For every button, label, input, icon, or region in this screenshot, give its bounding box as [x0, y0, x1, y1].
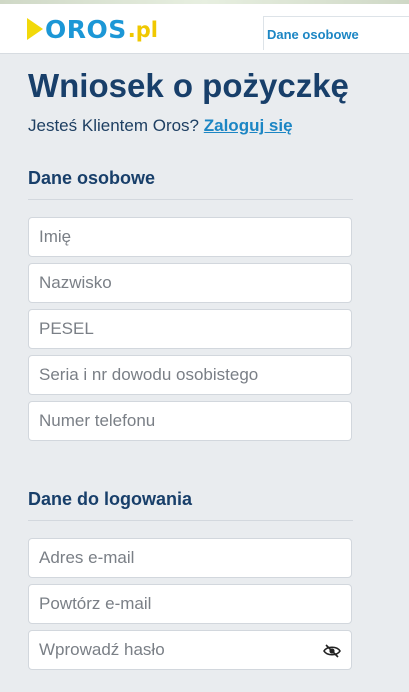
application-form: Wniosek o pożyczkę Jesteś Klientem Oros?…	[28, 54, 354, 676]
logo-arrow-icon	[27, 18, 43, 40]
oros-logo[interactable]: OROS .pl	[27, 12, 158, 46]
pesel-input[interactable]	[29, 310, 351, 348]
first-name-field	[28, 217, 352, 257]
email-field	[28, 538, 352, 578]
pesel-field	[28, 309, 352, 349]
eye-slash-icon[interactable]	[323, 643, 341, 659]
email-input[interactable]	[29, 539, 351, 577]
login-prompt-line: Jesteś Klientem Oros? Zaloguj się	[28, 116, 354, 136]
password-field	[28, 630, 352, 670]
email-confirm-field	[28, 584, 352, 624]
login-link[interactable]: Zaloguj się	[204, 116, 293, 135]
section-title-personal: Dane osobowe	[28, 168, 156, 188]
login-prompt-text: Jesteś Klientem Oros?	[28, 116, 200, 135]
phone-input[interactable]	[29, 402, 351, 440]
last-name-field	[28, 263, 352, 303]
logo-text: OROS	[45, 14, 127, 44]
id-card-input[interactable]	[29, 356, 351, 394]
id-card-field	[28, 355, 352, 395]
password-input[interactable]	[29, 631, 351, 669]
email-confirm-input[interactable]	[29, 585, 351, 623]
last-name-input[interactable]	[29, 264, 351, 302]
logo-suffix: .pl	[127, 18, 158, 42]
site-header: OROS .pl Dane osobowe	[0, 4, 409, 54]
header-step-personal-data[interactable]: Dane osobowe	[267, 20, 359, 48]
first-name-input[interactable]	[29, 218, 351, 256]
page-title: Wniosek o pożyczkę	[28, 67, 349, 104]
phone-field	[28, 401, 352, 441]
section-title-login: Dane do logowania	[28, 489, 193, 509]
